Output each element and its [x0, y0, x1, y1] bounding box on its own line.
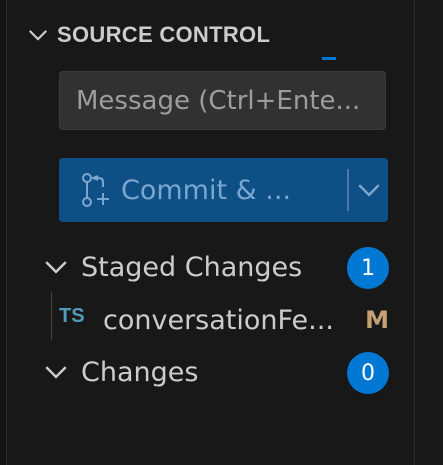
- commit-label: Commit & ...: [121, 174, 292, 206]
- commit-dropdown-button[interactable]: [349, 158, 388, 222]
- activity-bar-edge: [0, 0, 7, 465]
- git-commit-icon: [82, 173, 109, 207]
- commit-button[interactable]: Commit & ...: [59, 158, 347, 222]
- staged-file-item[interactable]: TS conversationFe... M: [59, 297, 389, 343]
- message-placeholder: Message (Ctrl+Ente...: [76, 85, 361, 116]
- right-panel-edge: [414, 0, 443, 465]
- file-name: conversationFe...: [103, 304, 334, 336]
- panel-title: SOURCE CONTROL: [57, 22, 271, 47]
- commit-message-input[interactable]: Message (Ctrl+Ente...: [59, 71, 386, 130]
- changes-count-badge: 0: [347, 352, 389, 394]
- tree-indent-guide: [51, 292, 52, 340]
- chevron-down-icon: [28, 30, 48, 41]
- changes-label: Changes: [81, 356, 199, 388]
- source-control-panel: SOURCE CONTROL Message (Ctrl+Ente... Com…: [7, 0, 414, 465]
- staged-count-badge: 1: [347, 247, 389, 289]
- source-control-header[interactable]: SOURCE CONTROL: [27, 18, 270, 52]
- changes-group[interactable]: Changes 0: [43, 349, 389, 395]
- typescript-file-icon: TS: [59, 304, 85, 327]
- chevron-down-icon: [45, 366, 67, 379]
- file-status-modified: M: [365, 306, 389, 334]
- chevron-down-icon: [357, 184, 380, 197]
- staged-changes-group[interactable]: Staged Changes 1: [43, 244, 389, 290]
- chevron-down-icon: [45, 261, 67, 274]
- commit-button-group: Commit & ...: [59, 158, 388, 222]
- progress-indicator: [322, 57, 336, 60]
- staged-changes-label: Staged Changes: [81, 251, 303, 283]
